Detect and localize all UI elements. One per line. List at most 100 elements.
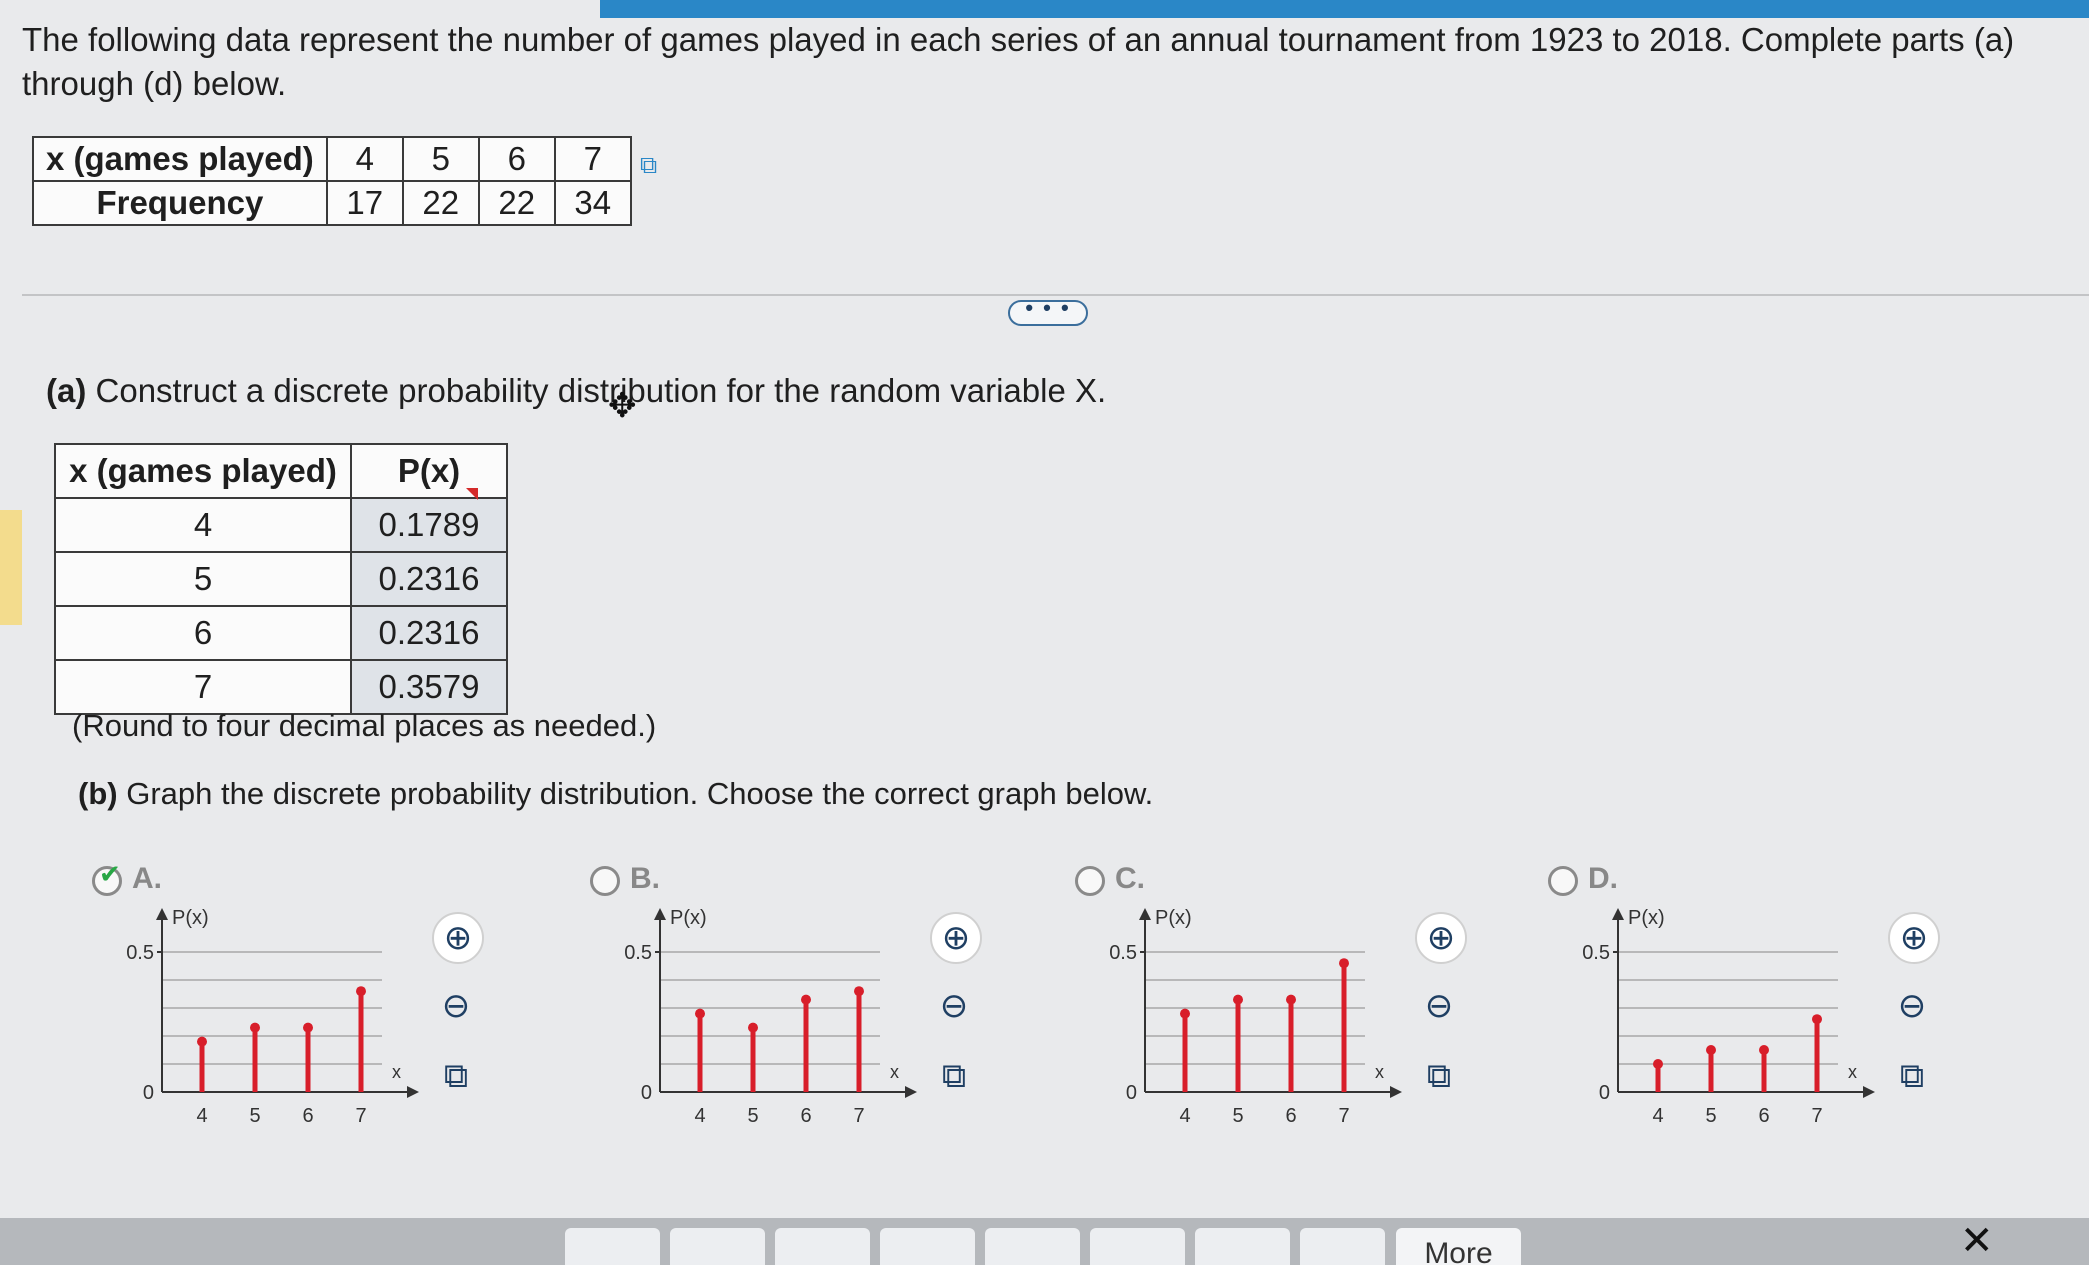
x-tick-label: 4 [694, 1105, 705, 1127]
top-accent-bar [600, 0, 2089, 18]
col-header-p: P(x) [350, 443, 508, 499]
toolbar-tab[interactable] [1090, 1228, 1185, 1265]
option-letter: A. [132, 862, 162, 895]
probability-answer-field[interactable]: 0.2316 [350, 551, 508, 607]
probability-answer-field[interactable]: 0.2316 [350, 605, 508, 661]
toolbar-tab[interactable] [880, 1228, 975, 1265]
toolbar-tab[interactable] [1300, 1228, 1385, 1265]
rounding-note: (Round to four decimal places as needed.… [72, 708, 657, 743]
zoom-in-icon[interactable]: ⊕ [930, 912, 982, 964]
toolbar-tab[interactable] [775, 1228, 870, 1265]
x-tick-label: 6 [1285, 1105, 1296, 1127]
question-prompt: The following data represent the number … [22, 21, 2015, 102]
option-radio[interactable] [1548, 866, 1578, 896]
bar-point [1286, 994, 1296, 1005]
y-axis-label: P(x) [670, 907, 707, 929]
table-row: 6 0.2316 [54, 605, 508, 661]
y-tick-label: 0 [1599, 1082, 1610, 1104]
y-axis-label: P(x) [1628, 907, 1665, 929]
bar-point [1653, 1059, 1663, 1069]
table-row: 4 0.1789 [54, 497, 508, 553]
option-radio[interactable] [92, 859, 122, 896]
x-tick-label: 5 [249, 1105, 260, 1127]
y-tick-label: 0 [1126, 1082, 1137, 1104]
graph-option-d[interactable]: D. P(x) 0.5 0 x 4 5 6 7 ⊕ ⊖ ⧉ [1548, 862, 2018, 1202]
probability-graph: P(x) 0.5 0 x 4 5 6 7 [624, 907, 917, 1127]
x-tick-label: 5 [1705, 1105, 1716, 1127]
x-axis-arrow [1390, 1086, 1402, 1098]
table-header-x: x (games played) [32, 136, 328, 182]
table-cell: 4 [325, 136, 404, 182]
x-tick-label: 7 [1811, 1105, 1822, 1127]
part-b-question: (b) Graph the discrete probability distr… [78, 776, 1153, 812]
bar-point [695, 1008, 705, 1019]
y-axis-label: P(x) [172, 907, 209, 929]
y-axis-arrow [1612, 908, 1624, 920]
open-new-window-icon[interactable]: ⧉ [432, 1052, 480, 1100]
x-axis-label: x [392, 1062, 401, 1082]
x-tick-label: 7 [1338, 1105, 1349, 1127]
zoom-out-icon[interactable]: ⊖ [1888, 982, 1936, 1030]
option-radio[interactable] [1075, 866, 1105, 896]
table-cell: 6 [477, 136, 556, 182]
x-tick-label: 4 [196, 1105, 207, 1127]
open-new-window-icon[interactable]: ⧉ [930, 1052, 978, 1100]
zoom-out-icon[interactable]: ⊖ [1415, 982, 1463, 1030]
expand-more-button[interactable]: • • • [1008, 297, 1088, 326]
toolbar-tab[interactable] [1195, 1228, 1290, 1265]
graph-option-c[interactable]: C. P(x) 0.5 0 x 4 5 6 7 ⊕ ⊖ ⧉ [1075, 862, 1545, 1202]
table-cell: 22 [401, 180, 480, 226]
probability-answer-field[interactable]: 0.3579 [350, 659, 508, 715]
x-tick-label: 5 [1232, 1105, 1243, 1127]
x-tick-label: 6 [302, 1105, 313, 1127]
x-value: 5 [54, 551, 352, 607]
y-tick-label: 0.5 [1582, 942, 1610, 964]
graph-option-a[interactable]: A. P(x) 0.5 0 x 4 5 6 7 ⊕ ⊖ ⧉ [92, 859, 562, 1202]
probability-answer-field[interactable]: 0.1789 [350, 497, 508, 553]
toolbar-tab[interactable] [985, 1228, 1080, 1265]
zoom-in-icon[interactable]: ⊕ [432, 912, 484, 964]
x-tick-label: 5 [747, 1105, 758, 1127]
table-header-frequency: Frequency [32, 180, 328, 226]
table-row: Frequency 17 22 22 34 [32, 180, 632, 226]
probability-graph: P(x) 0.5 0 x 4 5 6 7 [1109, 907, 1402, 1127]
x-axis-arrow [905, 1086, 917, 1098]
zoom-in-icon[interactable]: ⊕ [1888, 912, 1940, 964]
part-a-label: (a) [46, 372, 87, 409]
x-axis-label: x [890, 1062, 899, 1082]
col-header-x: x (games played) [54, 443, 352, 499]
open-new-window-icon[interactable]: ⧉ [1415, 1052, 1463, 1100]
table-row: 5 0.2316 [54, 551, 508, 607]
part-a-question: (a) Construct a discrete probability dis… [46, 372, 1106, 410]
table-cell: 7 [553, 136, 632, 182]
part-a-text: Construct a discrete probability distrib… [95, 372, 1107, 409]
part-b-label: (b) [78, 776, 118, 811]
probability-graph: P(x) 0.5 0 x 4 5 6 7 [126, 907, 419, 1127]
zoom-out-icon[interactable]: ⊖ [432, 982, 480, 1030]
toolbar-tab[interactable] [565, 1228, 660, 1265]
open-new-window-icon[interactable]: ⧉ [1888, 1052, 1936, 1100]
x-tick-label: 4 [1179, 1105, 1190, 1127]
bar-point [1706, 1045, 1716, 1055]
zoom-out-icon[interactable]: ⊖ [930, 982, 978, 1030]
y-tick-label: 0.5 [1109, 942, 1137, 964]
bar-point [748, 1022, 758, 1033]
copy-table-icon[interactable]: ⧉ [640, 154, 664, 178]
bar-point [303, 1022, 313, 1033]
table-cell: 22 [477, 180, 556, 226]
table-row: x (games played) P(x) [54, 443, 508, 499]
y-tick-label: 0.5 [624, 942, 652, 964]
graph-option-b[interactable]: B. P(x) 0.5 0 x 4 5 6 7 ⊕ ⊖ ⧉ [590, 862, 1060, 1202]
bar-point [854, 986, 864, 997]
bar-point [1180, 1008, 1190, 1019]
part-b-text: Graph the discrete probability distribut… [126, 776, 1154, 811]
option-letter: C. [1115, 862, 1145, 895]
x-tick-label: 6 [1758, 1105, 1769, 1127]
table-cell: 17 [325, 180, 404, 226]
y-tick-label: 0 [143, 1082, 154, 1104]
option-radio[interactable] [590, 866, 620, 896]
close-icon[interactable]: ✕ [1960, 1218, 1994, 1264]
zoom-in-icon[interactable]: ⊕ [1415, 912, 1467, 964]
more-tools-button[interactable]: More [1396, 1228, 1521, 1265]
toolbar-tab[interactable] [670, 1228, 765, 1265]
